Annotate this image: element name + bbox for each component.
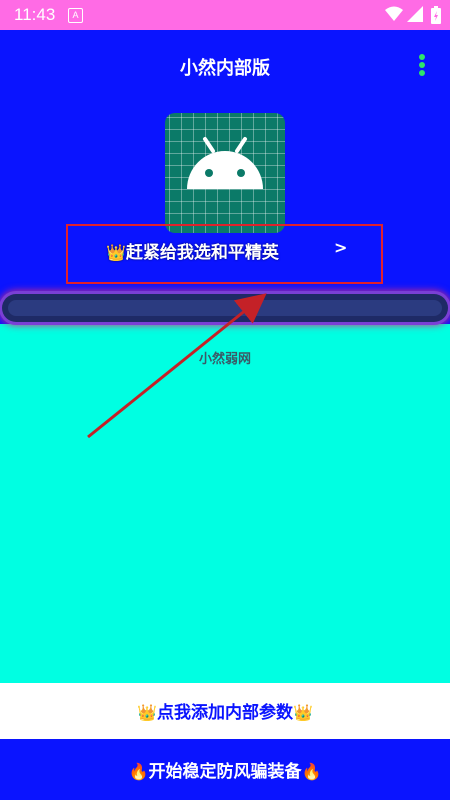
signal-icon bbox=[407, 6, 423, 22]
subtitle-text: 小然弱网 bbox=[198, 352, 251, 367]
app-title: 小然内部版 bbox=[180, 58, 270, 79]
fire-icon: 🔥 bbox=[301, 762, 322, 781]
start-button[interactable]: 🔥开始稳定防风骗装备🔥 bbox=[0, 739, 450, 800]
crown-icon: 👑 bbox=[293, 703, 313, 722]
progress-bar bbox=[2, 294, 448, 322]
status-time: 11:43 bbox=[14, 5, 56, 24]
wifi-icon bbox=[385, 6, 403, 21]
start-label: 🔥开始稳定防风骗装备🔥 bbox=[128, 762, 322, 782]
add-params-label: 👑点我添加内部参数👑 bbox=[137, 703, 313, 723]
chevron-right-icon: > bbox=[334, 238, 348, 257]
game-select-label: 👑赶紧给我选和平精英 bbox=[106, 243, 279, 263]
notification-a-icon: A bbox=[68, 8, 83, 23]
crown-icon: 👑 bbox=[137, 703, 157, 722]
crown-icon: 👑 bbox=[106, 243, 126, 262]
game-select-link[interactable]: 👑赶紧给我选和平精英 > bbox=[66, 224, 383, 284]
add-params-button[interactable]: 👑点我添加内部参数👑 bbox=[0, 683, 450, 739]
android-app-icon bbox=[165, 113, 285, 233]
header: 小然内部版 👑赶紧给我选和平精英 > bbox=[0, 30, 450, 324]
battery-icon bbox=[431, 6, 441, 24]
overflow-menu-icon[interactable] bbox=[414, 54, 430, 80]
progress-fill bbox=[8, 300, 442, 316]
fire-icon: 🔥 bbox=[128, 762, 149, 781]
status-bar: 11:43 A bbox=[0, 0, 450, 30]
